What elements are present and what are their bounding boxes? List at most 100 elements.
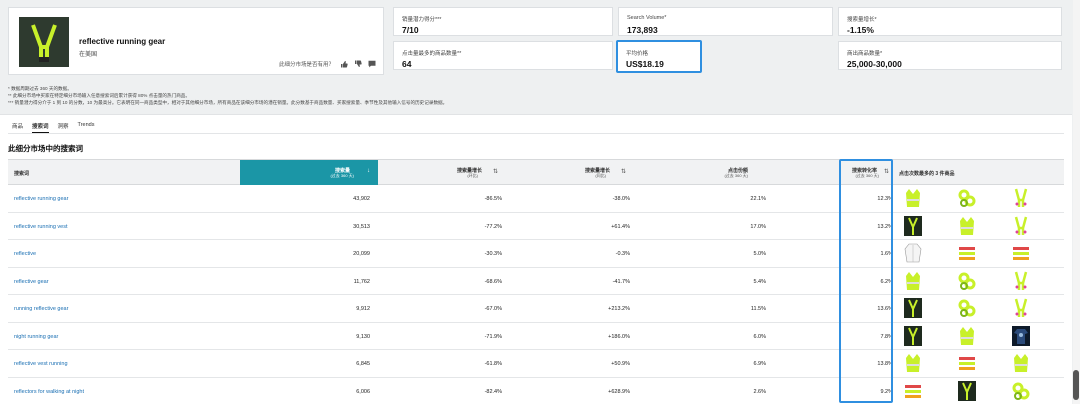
sort-icon: ⇅ <box>883 169 889 175</box>
product-thumbnail[interactable] <box>958 353 976 373</box>
table-row: reflective running vest 30,513 -77.2% +61.4… <box>8 213 1064 240</box>
table-row: reflective running gear 43,902 -86.5% -38.0… <box>8 185 1064 213</box>
tab-insights[interactable]: 洞察 <box>58 122 69 133</box>
table-row: reflective 20,099 -30.3% -0.3% 5.0% 1.6% <box>8 240 1064 268</box>
search-term-link[interactable]: reflective gear <box>14 279 49 285</box>
top-products-thumbnails <box>900 271 1060 292</box>
product-image <box>19 17 69 67</box>
product-thumbnail[interactable] <box>958 216 976 236</box>
section-title: 此细分市场中的搜索词 <box>8 144 83 153</box>
conversion-cell: 9.2% <box>880 388 893 395</box>
product-thumbnail[interactable] <box>904 325 922 346</box>
table-header: 搜索词 搜索量 (过去 360 天) ↓ 搜索量增长 (环比) ⇅ 搜索量增长 … <box>8 159 1064 185</box>
table-row: reflectors for walking at night 6,006 -82.… <box>8 378 1064 404</box>
search-volume-cell: 6,845 <box>356 361 370 367</box>
product-thumbnail[interactable] <box>1012 271 1030 291</box>
product-market: 在美国 <box>79 52 98 58</box>
top-products-thumbnails <box>900 380 1060 402</box>
click-share-cell: 6.0% <box>753 333 766 340</box>
growth-2-cell: +628.9% <box>608 388 630 395</box>
column-header-term[interactable]: 搜索词 <box>8 160 240 185</box>
table-row: night running gear 9,130 -71.9% +186.0% 6.0%… <box>8 323 1064 350</box>
search-volume-cell: 20,099 <box>353 251 370 257</box>
product-thumbnail[interactable] <box>1012 381 1030 401</box>
table-row: reflective gear 11,762 -68.6% -41.7% 5.4% 6.2… <box>8 268 1064 295</box>
column-header-volume[interactable]: 搜索量 (过去 360 天) ↓ <box>240 160 378 185</box>
search-term-link[interactable]: night running gear <box>14 334 58 340</box>
footnotes: * 数据周期过去 360 天的数据。 ** 此细分市场中买家在特定细分市场输入任… <box>8 85 447 106</box>
sort-desc-icon: ↓ <box>367 168 370 174</box>
product-thumbnail[interactable] <box>958 298 976 318</box>
click-share-cell: 22.1% <box>750 196 766 202</box>
product-thumbnail[interactable] <box>1012 298 1030 318</box>
search-term-link[interactable]: reflective running gear <box>14 196 68 202</box>
sort-icon: ⇅ <box>492 169 498 175</box>
growth-2-cell: -41.7% <box>612 278 630 285</box>
scrollbar-thumb[interactable] <box>1073 370 1079 400</box>
product-thumbnail[interactable] <box>958 326 976 346</box>
product-thumbnail[interactable] <box>958 380 976 401</box>
column-header-conversion[interactable]: 搜索转化率 (过去 360 天) ⇅ <box>766 160 893 185</box>
product-thumbnail[interactable] <box>958 243 976 263</box>
click-share-cell: 5.4% <box>753 278 766 285</box>
product-thumbnail[interactable] <box>1012 243 1030 263</box>
product-thumbnail[interactable] <box>904 243 922 263</box>
search-term-link[interactable]: reflective running vest <box>14 224 68 230</box>
growth-2-cell: +61.4% <box>611 223 630 230</box>
conversion-cell: 13.2% <box>877 223 893 230</box>
product-thumbnail[interactable] <box>1012 188 1030 208</box>
product-thumbnail[interactable] <box>1012 325 1030 346</box>
tab-products[interactable]: 商品 <box>12 122 23 133</box>
metric-value: 7/10 <box>402 25 419 35</box>
search-term-link[interactable]: reflective <box>14 251 36 257</box>
thumbs-down-icon[interactable] <box>354 60 362 68</box>
product-thumbnail[interactable] <box>958 188 976 208</box>
product-card: reflective running gear 在美国 此细分市场是否有用？ <box>8 7 384 75</box>
divider <box>8 133 1064 134</box>
metric-label: 搜索量增长* <box>847 17 877 23</box>
tab-trends[interactable]: Trends <box>78 122 95 133</box>
metric-top-clicked-count: 点击量最多的商品数量** 64 <box>393 41 613 70</box>
click-share-cell: 2.6% <box>753 388 766 395</box>
column-header-growth-2[interactable]: 搜索量增长 (同比) ⇅ <box>504 160 632 185</box>
search-terms-panel: 商品 搜索词 洞察 Trends 此细分市场中的搜索词 搜索词 搜索量 (过去 … <box>0 114 1072 404</box>
growth-2-cell: +213.2% <box>608 306 630 312</box>
conversion-cell: 1.6% <box>880 251 893 257</box>
column-header-click-share[interactable]: 点击份额 (过去 360 天) <box>632 160 766 185</box>
product-thumbnail[interactable] <box>1012 216 1030 236</box>
search-terms-table: reflective running gear 43,902 -86.5% -38.0… <box>8 185 1064 404</box>
growth-1-cell: -61.8% <box>484 361 502 367</box>
top-products-thumbnails <box>900 188 1060 209</box>
product-thumbnail[interactable] <box>1012 353 1030 373</box>
product-thumbnail[interactable] <box>904 381 922 401</box>
click-share-cell: 11.5% <box>750 306 766 312</box>
growth-1-cell: -77.2% <box>484 223 502 230</box>
top-products-thumbnails <box>900 298 1060 319</box>
footnote: *** 销量潜力得分介于 1 到 10 的分数，10 为最高分。它表明在同一商品… <box>8 100 448 105</box>
product-thumbnail[interactable] <box>904 298 922 318</box>
growth-2-cell: +50.9% <box>611 361 630 367</box>
tab-search-terms[interactable]: 搜索词 <box>32 122 49 133</box>
scrollbar-track[interactable] <box>1073 0 1080 404</box>
search-term-link[interactable]: reflective vest running <box>14 361 68 367</box>
top-products-thumbnails <box>900 353 1060 374</box>
sort-icon: ⇅ <box>620 169 626 175</box>
search-term-link[interactable]: reflectors for walking at night <box>14 389 84 395</box>
comment-icon[interactable] <box>368 60 376 68</box>
column-header-growth-1[interactable]: 搜索量增长 (环比) ⇅ <box>378 160 504 185</box>
product-thumbnail[interactable] <box>958 271 976 291</box>
search-volume-cell: 9,130 <box>356 333 370 340</box>
product-thumbnail[interactable] <box>904 271 922 291</box>
product-thumbnail[interactable] <box>904 215 922 236</box>
feedback-prompt: 此细分市场是否有用？ <box>279 62 335 68</box>
thumbs-up-icon[interactable] <box>340 60 348 68</box>
growth-1-cell: -82.4% <box>484 388 502 395</box>
search-volume-cell: 6,006 <box>356 388 370 395</box>
click-share-cell: 17.0% <box>750 223 766 230</box>
product-thumbnail[interactable] <box>904 353 922 373</box>
growth-2-cell: -38.0% <box>612 196 630 202</box>
search-term-link[interactable]: running reflective gear <box>14 306 68 312</box>
metric-label: 点击量最多的商品数量** <box>402 51 462 57</box>
product-thumbnail[interactable] <box>904 188 922 208</box>
table-row: reflective vest running 6,845 -61.8% +50.9%… <box>8 350 1064 378</box>
